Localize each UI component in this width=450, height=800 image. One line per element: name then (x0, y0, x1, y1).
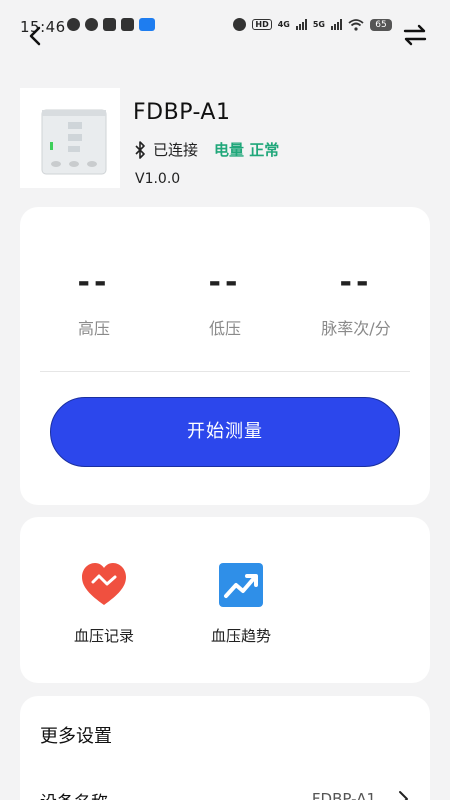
device-image (20, 88, 120, 188)
diastolic-value: -- (208, 265, 242, 300)
bp-trend-button[interactable]: 血压趋势 (186, 561, 296, 646)
device-status-row: 已连接 电量 正常 (133, 139, 279, 160)
hd-badge: HD (252, 19, 272, 30)
status-bar: 15:46 HD 4G 5G 65 (0, 0, 450, 52)
notification-icons (67, 18, 155, 31)
heart-pulse-icon (82, 563, 126, 605)
zhihu-icon (139, 18, 155, 31)
pulse-value: -- (339, 265, 373, 300)
bp-trend-label: 血压趋势 (210, 627, 271, 645)
signal-icon (331, 19, 342, 30)
network-5g-label: 5G (312, 20, 325, 29)
message-icon (67, 18, 80, 31)
pulse-metric: -- 脉率次/分 (296, 207, 416, 347)
bluetooth-icon (135, 140, 145, 159)
signal-icon (295, 19, 307, 30)
bp-records-button[interactable]: 血压记录 (49, 561, 159, 646)
pulse-label: 脉率次/分 (321, 319, 391, 338)
connection-status: 已连接 (153, 141, 199, 159)
settings-title: 更多设置 (40, 726, 112, 747)
settings-row-device-name[interactable]: 设备名称 FDBP-A1 (40, 788, 410, 800)
measurement-card: -- 高压 -- 低压 -- 脉率次/分 开始测量 (20, 207, 430, 505)
start-measure-button[interactable]: 开始测量 (50, 397, 400, 467)
swap-arrows-icon[interactable] (402, 24, 428, 46)
alarm-icon (233, 18, 247, 31)
trend-chart-icon (219, 563, 263, 607)
features-card: 血压记录 血压趋势 (20, 517, 430, 683)
diastolic-metric: -- 低压 (165, 207, 285, 347)
diastolic-label: 低压 (208, 319, 241, 338)
settings-card: 更多设置 设备名称 FDBP-A1 (20, 696, 430, 800)
chevron-right-icon (399, 791, 408, 800)
row-label: 设备名称 (40, 788, 108, 800)
battery-icon: 65 (370, 18, 392, 31)
app-notification-icon (85, 18, 98, 31)
row-value: FDBP-A1 (311, 790, 376, 800)
device-name: FDBP-A1 (133, 100, 231, 125)
play-icon (121, 18, 134, 31)
divider (40, 371, 410, 372)
systolic-value: -- (77, 265, 111, 300)
bp-records-label: 血压记录 (73, 627, 134, 645)
system-status-icons: HD 4G 5G 65 (233, 18, 392, 31)
systolic-label: 高压 (77, 319, 110, 338)
firmware-version: V1.0.0 (135, 171, 181, 187)
battery-status: 电量 正常 (214, 141, 280, 159)
app-notification-icon (103, 18, 116, 31)
wifi-icon (348, 18, 364, 31)
chevron-left-icon[interactable] (24, 24, 48, 48)
network-4g-label: 4G (277, 20, 290, 29)
systolic-metric: -- 高压 (34, 207, 154, 347)
